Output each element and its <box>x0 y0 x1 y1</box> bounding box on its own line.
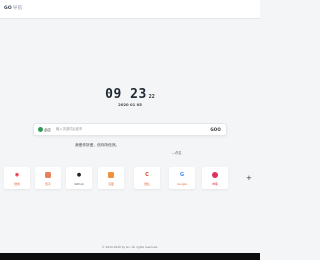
shortcut-label: Google <box>177 182 187 186</box>
quote-author: —佚名 <box>172 151 182 155</box>
add-shortcut-button[interactable]: + <box>246 174 252 182</box>
clock-time: 09 23 <box>105 87 147 102</box>
search-bar: 必应 GOO <box>33 123 227 136</box>
quote-text: 我爱你所爱，信你所信然。 <box>75 143 120 147</box>
google-icon: G <box>179 171 185 178</box>
wechat-icon: C <box>145 171 149 178</box>
footer-text: © 2019-2020 by Go. All rights reserved. <box>101 245 159 249</box>
weibo-icon: ◉ <box>14 171 20 178</box>
shortcut-wechat[interactable]: C 微信 <box>134 167 160 189</box>
shortcut-label: 微博 <box>14 182 20 186</box>
shortcut-label: 哔哩 <box>212 182 218 186</box>
shortcut-bilibili[interactable]: 哔哩 <box>202 167 228 189</box>
clock-seconds: 22 <box>148 94 155 100</box>
shortcut-github[interactable]: ● Github <box>66 167 92 189</box>
shortcut-label: 微信 <box>144 182 150 186</box>
logo[interactable]: GO导航 <box>4 5 22 11</box>
github-icon: ● <box>76 171 82 178</box>
shortcut-grid: ◉ 微博 知乎 ● Github 豆瓣 C 微信 G Google 哔哩 + <box>0 167 260 191</box>
shortcut-weibo[interactable]: ◉ 微博 <box>4 167 30 189</box>
shortcut-douban[interactable]: 豆瓣 <box>98 167 124 189</box>
shortcut-label: Github <box>74 182 84 186</box>
shortcut-zhihu[interactable]: 知乎 <box>35 167 61 189</box>
clock: 09 23 22 <box>0 83 260 102</box>
shortcut-label: 知乎 <box>45 182 51 186</box>
douban-icon <box>108 172 114 178</box>
shortcut-google[interactable]: G Google <box>169 167 195 189</box>
clock-date: 2020 01 05 <box>118 102 142 107</box>
search-input[interactable] <box>56 125 196 133</box>
logo-main: GO <box>4 6 12 11</box>
logo-sub: 导航 <box>12 6 23 11</box>
top-bar: GO导航 <box>0 0 260 19</box>
bilibili-icon <box>212 172 218 178</box>
search-engine-label[interactable]: 必应 <box>44 127 51 132</box>
search-engine-icon[interactable] <box>38 127 43 132</box>
bottom-bar <box>0 253 260 260</box>
browser-page: GO导航 09 2322 2020 01 05 必应 GOO 我爱你所爱，信你所… <box>0 0 260 260</box>
zhihu-icon <box>45 172 51 178</box>
shortcut-label: 豆瓣 <box>108 182 114 186</box>
search-button[interactable]: GOO <box>210 127 221 132</box>
